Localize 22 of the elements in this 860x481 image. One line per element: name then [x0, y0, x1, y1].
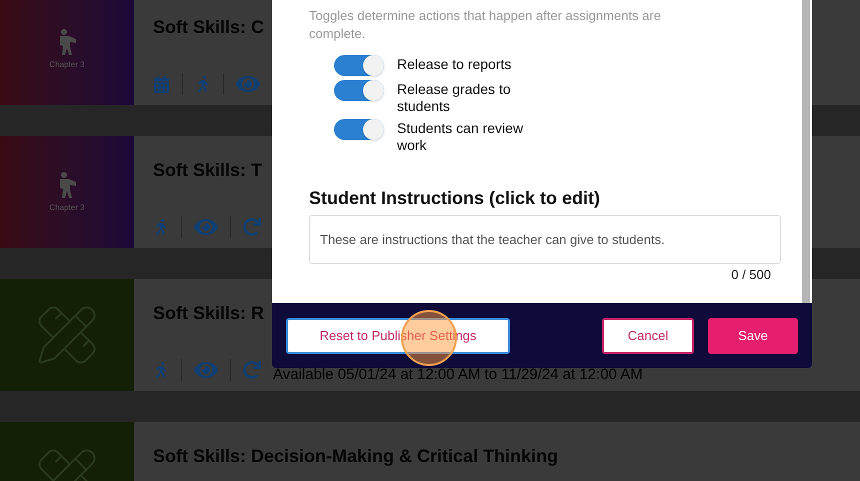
toggle-label: Release grades to students — [397, 80, 512, 115]
thumbnail-label: Chapter 3 — [49, 59, 85, 71]
scrollbar[interactable] — [802, 0, 810, 303]
toggle-label: Students can review work — [397, 119, 524, 154]
redo-icon[interactable] — [243, 361, 261, 379]
instructions-field[interactable]: These are instructions that the teacher can give to students. — [309, 215, 781, 264]
cancel-button[interactable]: Cancel — [602, 318, 694, 354]
toggle-switch[interactable] — [334, 55, 384, 76]
character-counter: 0 / 500 — [731, 266, 771, 284]
walking-person-icon[interactable] — [153, 362, 169, 378]
toggle-label: Release to reports — [397, 55, 512, 73]
toggle-switch[interactable] — [334, 80, 384, 101]
toggle-switch[interactable] — [334, 119, 384, 140]
save-button[interactable]: Save — [708, 318, 798, 354]
availability-text: Available 05/01/24 at 12:00 AM to 11/29/24 at 12:00 AM — [273, 364, 643, 382]
redo-icon[interactable] — [243, 218, 261, 236]
walking-person-icon[interactable] — [195, 76, 211, 92]
section-heading: Student Instructions (click to edit) — [309, 187, 602, 210]
calendar-icon[interactable] — [153, 76, 170, 92]
thumbnail-label: Chapter 3 — [49, 202, 85, 214]
walking-person-icon[interactable] — [153, 219, 169, 235]
toggles-description: Toggles determine actions that happen after assignments are complete. — [309, 7, 662, 43]
